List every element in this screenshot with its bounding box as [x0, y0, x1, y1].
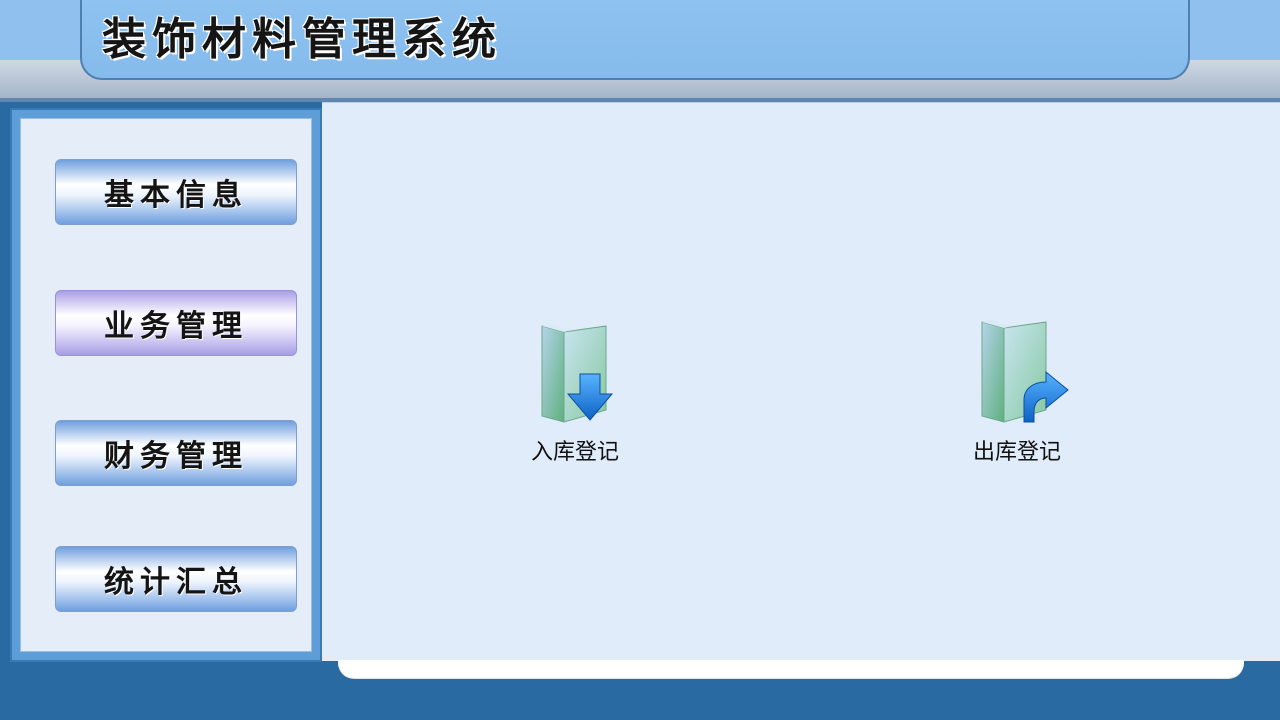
main-content-panel: 入库登记 出库登记 — [322, 102, 1280, 661]
nav-button-label: 业务管理 — [104, 309, 248, 344]
shortcut-stock-out[interactable]: 出库登记 — [947, 318, 1087, 478]
shortcut-label: 出库登记 — [972, 440, 1061, 465]
nav-button-business-management[interactable]: 业务管理 — [55, 290, 297, 356]
nav-button-label: 基本信息 — [104, 178, 248, 213]
nav-button-basic-info[interactable]: 基本信息 — [55, 159, 297, 225]
nav-button-statistics-summary[interactable]: 统计汇总 — [55, 546, 297, 612]
bottom-shelf — [338, 660, 1244, 678]
nav-button-label: 统计汇总 — [104, 565, 248, 600]
app-window: 装饰材料管理系统 基本信息 业务管理 财务管理 统计汇总 入库登记 出库登记 — [0, 0, 1280, 720]
shortcut-label: 入库登记 — [530, 440, 619, 465]
nav-button-finance-management[interactable]: 财务管理 — [55, 420, 297, 486]
folder-download-icon — [541, 324, 614, 423]
folder-upload-icon — [981, 320, 1069, 423]
sidebar: 基本信息 业务管理 财务管理 统计汇总 — [10, 108, 322, 662]
nav-button-label: 财务管理 — [104, 439, 248, 474]
shortcut-stock-in[interactable]: 入库登记 — [505, 318, 645, 478]
sidebar-panel: 基本信息 业务管理 财务管理 统计汇总 — [20, 118, 312, 652]
app-title: 装饰材料管理系统 — [102, 14, 502, 65]
